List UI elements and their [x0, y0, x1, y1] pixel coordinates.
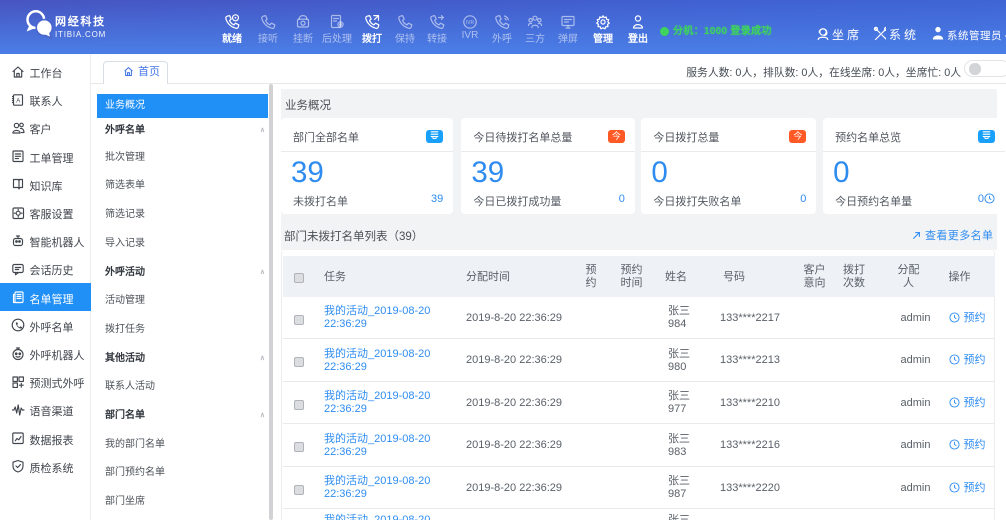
- svg-text:A: A: [16, 98, 20, 104]
- svg-text:IVR: IVR: [466, 20, 475, 26]
